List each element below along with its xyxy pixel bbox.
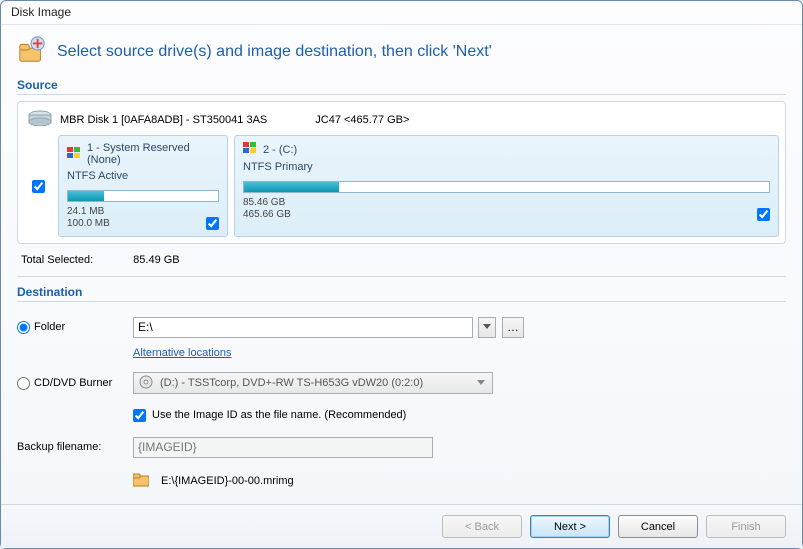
hard-drive-icon (28, 110, 52, 129)
folder-dropdown-button[interactable] (478, 317, 496, 338)
finish-button[interactable]: Finish (706, 515, 786, 538)
backup-filename-label: Backup filename: (17, 441, 101, 453)
partition-2-checkbox[interactable] (757, 208, 770, 221)
partition-1-checkbox[interactable] (206, 217, 219, 230)
browse-button[interactable]: … (502, 317, 524, 338)
windows-flag-icon (67, 147, 81, 162)
partition-2-title: 2 - (C:) (263, 144, 297, 156)
page-title: Select source drive(s) and image destina… (57, 43, 492, 61)
destination-section-label: Destination (17, 285, 786, 302)
partition-2-used: 85.46 GB (243, 197, 291, 209)
cancel-button[interactable]: Cancel (618, 515, 698, 538)
disk-select-checkbox[interactable] (32, 180, 45, 193)
total-selected-row: Total Selected: 85.49 GB (17, 244, 786, 277)
optical-drive-icon (138, 374, 154, 393)
burner-value: (D:) - TSSTcorp, DVD+-RW TS-H653G vDW20 … (160, 377, 423, 389)
window-title: Disk Image (1, 1, 802, 25)
destination-panel: Folder … Alternative locations CD/DVD Bu… (17, 308, 786, 494)
disk-panel: MBR Disk 1 [0AFA8ADB] - ST350041 3AS JC4… (17, 101, 786, 244)
chevron-down-icon (472, 374, 490, 392)
back-button[interactable]: < Back (442, 515, 522, 538)
header: Select source drive(s) and image destina… (17, 35, 786, 68)
partition-1-used: 24.1 MB (67, 206, 110, 218)
partition-1-fs: NTFS Active (67, 170, 219, 182)
next-button[interactable]: Next > (530, 515, 610, 538)
burner-radio-label: CD/DVD Burner (34, 377, 112, 389)
wizard-window: Disk Image Select source drive(s) and im… (0, 0, 803, 549)
folder-radio[interactable] (17, 321, 30, 334)
disk-header: MBR Disk 1 [0AFA8ADB] - ST350041 3AS JC4… (24, 108, 779, 135)
burner-radio-row[interactable]: CD/DVD Burner (17, 377, 127, 390)
disk-image-icon (17, 35, 47, 68)
backup-filename-input[interactable] (133, 437, 433, 458)
use-imageid-label: Use the Image ID as the file name. (Reco… (152, 409, 406, 421)
total-selected-value: 85.49 GB (133, 254, 179, 266)
partition-1-total: 100.0 MB (67, 218, 110, 230)
content-area: Select source drive(s) and image destina… (1, 25, 802, 504)
burner-radio[interactable] (17, 377, 30, 390)
folder-path-input[interactable] (133, 317, 473, 338)
burner-select[interactable]: (D:) - TSSTcorp, DVD+-RW TS-H653G vDW20 … (133, 372, 493, 394)
partition-1-usage-bar (67, 190, 219, 202)
partition-2-fs: NTFS Primary (243, 161, 770, 173)
use-imageid-checkbox[interactable] (133, 409, 146, 422)
folder-radio-label: Folder (34, 321, 65, 333)
total-selected-label: Total Selected: (21, 254, 93, 266)
source-section-label: Source (17, 78, 786, 95)
partition-1[interactable]: 1 - System Reserved (None) NTFS Active 2… (58, 135, 228, 237)
windows-flag-icon (243, 142, 257, 157)
button-bar: < Back Next > Cancel Finish (1, 504, 802, 548)
disk-extra: JC47 <465.77 GB> (315, 114, 409, 126)
alternative-locations-link[interactable]: Alternative locations (133, 347, 231, 359)
disk-name: MBR Disk 1 [0AFA8ADB] - ST350041 3AS (60, 114, 267, 126)
partition-2-usage-bar (243, 181, 770, 193)
folder-radio-row[interactable]: Folder (17, 321, 127, 334)
partition-2[interactable]: 2 - (C:) NTFS Primary 85.46 GB 465.66 GB (234, 135, 779, 237)
result-path: E:\{IMAGEID}-00-00.mrimg (161, 475, 294, 487)
folder-icon (133, 473, 149, 490)
partition-1-title: 1 - System Reserved (None) (87, 142, 219, 166)
use-imageid-row[interactable]: Use the Image ID as the file name. (Reco… (133, 409, 406, 422)
partition-2-total: 465.66 GB (243, 209, 291, 221)
